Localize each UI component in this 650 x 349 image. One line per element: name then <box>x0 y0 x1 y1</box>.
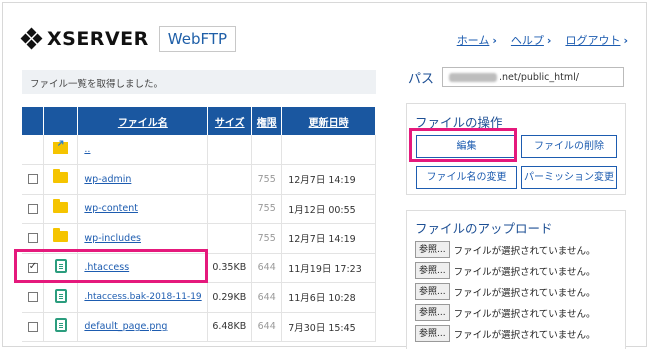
xserver-logo: XSERVER WebFTP <box>20 26 237 52</box>
top-nav: ホーム › ヘルプ › ログアウト › <box>457 32 628 48</box>
file-permission: 755 <box>251 223 283 254</box>
upload-row: 参照... ファイルが選択されていません。 <box>415 262 596 279</box>
browse-button[interactable]: 参照... <box>415 241 450 258</box>
app-badge: WebFTP <box>158 26 237 52</box>
file-permission: 644 <box>251 253 283 283</box>
row-checkbox[interactable] <box>27 233 38 244</box>
help-link[interactable]: ヘルプ › <box>511 32 552 48</box>
status-message: ファイル一覧を取得しました。 <box>22 70 376 94</box>
row-checkbox[interactable] <box>27 174 38 185</box>
table-row: .htaccess.bak-2018-11-19 0.29KB 644 11月6… <box>22 282 376 313</box>
file-date: 12月7日 14:19 <box>281 223 376 254</box>
file-date: 7月30日 15:45 <box>281 312 376 342</box>
table-row: wp-content 755 1月12日 00:55 <box>22 194 376 224</box>
delete-file-button[interactable]: ファイルの削除 <box>521 135 617 158</box>
file-name-link[interactable]: wp-content <box>84 203 138 214</box>
parent-folder-icon <box>53 142 69 154</box>
browse-button[interactable]: 参照... <box>415 283 450 300</box>
no-file-text: ファイルが選択されていません。 <box>453 266 596 278</box>
browse-button[interactable]: 参照... <box>415 262 450 279</box>
file-size <box>207 164 253 195</box>
file-date: 12月7日 14:19 <box>281 164 376 195</box>
home-link[interactable]: ホーム › <box>457 32 497 48</box>
edit-highlight-box <box>409 128 517 162</box>
file-upload-panel: ファイルのアップロード 参照... ファイルが選択されていません。 参照... … <box>406 210 626 349</box>
file-size: 6.48KB <box>207 312 253 342</box>
path-value: .net/public_html/ <box>499 71 580 83</box>
file-icon <box>54 318 67 333</box>
chevron-right-icon: › <box>623 34 628 47</box>
header-modified[interactable]: 更新日時 <box>281 107 376 135</box>
no-file-text: ファイルが選択されていません。 <box>453 308 596 320</box>
path-bar: パス .net/public_html/ <box>408 67 625 87</box>
folder-icon <box>53 228 69 243</box>
file-name-link[interactable]: wp-includes <box>84 233 141 244</box>
row-checkbox[interactable] <box>27 203 38 214</box>
header-permission[interactable]: 権限 <box>251 107 283 135</box>
file-name-link[interactable]: .htaccess.bak-2018-11-19 <box>84 292 201 302</box>
xserver-diamond-icon <box>20 27 43 50</box>
file-size <box>207 194 253 224</box>
rename-button[interactable]: ファイル名の変更 <box>416 166 517 189</box>
file-permission: 644 <box>251 312 283 342</box>
change-permission-button[interactable]: パーミッション変更 <box>521 166 617 189</box>
header-filename[interactable]: ファイル名 <box>77 107 209 135</box>
upload-row: 参照... ファイルが選択されていません。 <box>415 304 596 321</box>
table-row: wp-admin 755 12月7日 14:19 <box>22 164 376 195</box>
file-permission: 755 <box>251 164 283 195</box>
no-file-text: ファイルが選択されていません。 <box>453 287 596 299</box>
path-label: パス <box>408 71 435 87</box>
parent-dir-link[interactable]: .. <box>84 144 90 155</box>
header-size[interactable]: サイズ <box>207 107 253 135</box>
row-checkbox[interactable] <box>27 321 38 332</box>
path-field[interactable]: .net/public_html/ <box>442 67 625 87</box>
chevron-right-icon: › <box>492 34 497 47</box>
folder-icon <box>53 169 69 184</box>
upload-row: 参照... ファイルが選択されていません。 <box>415 325 596 342</box>
file-permission: 755 <box>251 194 283 224</box>
brand-name: XSERVER <box>47 28 149 50</box>
file-size: 0.35KB <box>207 253 253 283</box>
file-permission: 644 <box>251 282 283 313</box>
redacted-domain <box>449 72 498 82</box>
file-upload-title: ファイルのアップロード <box>415 221 553 236</box>
browse-button[interactable]: 参照... <box>415 325 450 342</box>
file-name-link[interactable]: default_page.png <box>84 321 167 332</box>
logout-link[interactable]: ログアウト › <box>565 32 628 48</box>
table-row-parent: .. <box>22 135 376 165</box>
table-row: default_page.png 6.48KB 644 7月30日 15:45 <box>22 312 376 342</box>
no-file-text: ファイルが選択されていません。 <box>453 245 596 257</box>
file-table: ファイル名 サイズ 権限 更新日時 .. wp-admin 755 12月7日 … <box>22 107 376 342</box>
file-date: 1月12日 00:55 <box>281 194 376 224</box>
file-date: 11月6日 10:28 <box>281 282 376 313</box>
folder-icon <box>53 198 69 213</box>
file-date: 11月19日 17:23 <box>281 253 376 283</box>
file-size: 0.29KB <box>207 282 253 313</box>
file-icon <box>54 288 67 303</box>
row-checkbox[interactable] <box>27 292 38 303</box>
htaccess-highlight-box <box>14 249 208 283</box>
chevron-right-icon: › <box>546 34 552 47</box>
file-name-link[interactable]: wp-admin <box>84 174 131 185</box>
upload-row: 参照... ファイルが選択されていません。 <box>415 283 596 300</box>
no-file-text: ファイルが選択されていません。 <box>453 329 596 341</box>
browse-button[interactable]: 参照... <box>415 304 450 321</box>
file-size <box>207 223 253 254</box>
upload-row: 参照... ファイルが選択されていません。 <box>415 241 596 258</box>
